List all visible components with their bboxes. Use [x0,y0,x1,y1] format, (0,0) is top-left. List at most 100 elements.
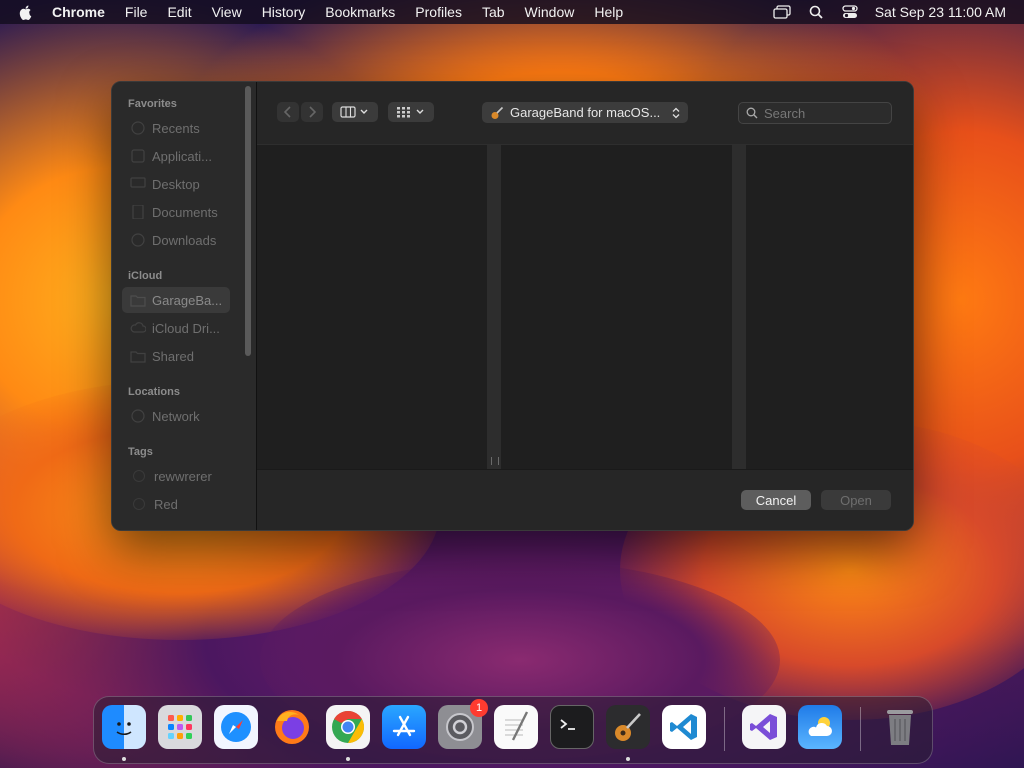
dock-visual-studio[interactable] [742,705,786,749]
view-columns-button[interactable] [332,102,378,122]
sidebar-item-label: Downloads [152,232,217,248]
dialog-main: GarageBand for macOS... Cancel Open [257,82,913,530]
sidebar-item-applications[interactable]: Applicati... [122,143,230,169]
finder-icon [116,722,132,736]
launchpad-icon [168,715,192,739]
cancel-button[interactable]: Cancel [741,490,811,510]
search-input[interactable] [764,105,882,121]
sidebar-scrollbar[interactable] [245,86,251,356]
sidebar-item-label: rewwrerer [154,468,212,484]
menu-view[interactable]: View [212,0,242,24]
dock-system-settings[interactable]: 1 [438,699,488,749]
dock-separator [860,707,861,751]
dock-trash[interactable] [878,705,922,749]
menu-help[interactable]: Help [594,0,623,24]
group-by-button[interactable] [388,102,434,122]
sidebar-item-label: Documents [152,204,218,220]
dock-chrome[interactable] [326,705,370,749]
firefox-icon [275,710,309,744]
sidebar-item-downloads[interactable]: Downloads [122,227,230,253]
sidebar-item-desktop[interactable]: Desktop [122,171,230,197]
location-popup[interactable]: GarageBand for macOS... [482,102,688,123]
shared-folder-icon [130,351,146,363]
textedit-icon [505,711,529,741]
menu-tab[interactable]: Tab [482,0,505,24]
dock-vscode[interactable] [662,705,706,749]
sidebar-item-documents[interactable]: Documents [122,199,230,225]
app-store-icon [392,715,416,737]
browser-column-1[interactable] [257,145,487,469]
folder-icon [130,295,146,307]
menu-clock[interactable]: Sat Sep 23 11:00 AM [875,4,1006,20]
dock-finder[interactable] [102,705,146,749]
chrome-icon [332,710,365,744]
sidebar-section-locations: Locations [128,386,180,398]
sidebar-item-recents[interactable]: Recents [122,115,230,141]
tag-color-dot [133,498,145,510]
dock-launchpad[interactable] [158,705,202,749]
dock-separator [724,707,725,751]
dialog-sidebar: Favorites Recents Applicati... Desktop D… [112,82,257,530]
control-center-icon[interactable] [841,5,859,19]
chevron-left-icon [284,106,291,118]
weather-icon [808,717,832,736]
columns-view-icon [340,106,368,118]
menu-edit[interactable]: Edit [167,0,191,24]
grid-icon [397,107,424,118]
updown-chevron-icon [672,107,680,118]
gear-icon [446,713,474,741]
visual-studio-icon [750,714,777,740]
sidebar-item-garageband[interactable]: GarageBa... [122,287,230,313]
sidebar-item-label: Shared [152,348,194,364]
sidebar-item-label: Applicati... [152,148,212,164]
sidebar-section-tags: Tags [128,446,153,458]
dock-weather[interactable] [798,705,842,749]
open-file-dialog: Favorites Recents Applicati... Desktop D… [111,81,914,531]
sidebar-section-icloud: iCloud [128,270,163,282]
browser-column-3[interactable] [747,145,913,469]
downloads-icon [131,233,145,247]
status-area: Sat Sep 23 11:00 AM [757,4,1006,20]
browser-column-2[interactable] [502,145,732,469]
sidebar-item-shared[interactable]: Shared [122,343,230,369]
screen-mirroring-icon[interactable] [773,5,791,19]
column-resize-handle[interactable] [732,145,746,469]
column-resize-handle[interactable] [487,145,501,469]
dialog-button-bar: Cancel Open [257,469,913,530]
dock-firefox[interactable] [270,705,314,749]
dock-garageband[interactable] [606,705,650,749]
back-button[interactable] [277,102,299,122]
forward-button[interactable] [301,102,323,122]
dock-textedit[interactable] [494,705,538,749]
sidebar-item-label: Network [152,408,200,424]
applications-icon [131,149,145,163]
search-icon[interactable] [807,5,825,19]
trash-icon [887,710,913,745]
menu-profiles[interactable]: Profiles [415,0,462,24]
open-button[interactable]: Open [821,490,891,510]
sidebar-item-network[interactable]: Network [122,403,230,429]
menu-history[interactable]: History [262,0,306,24]
sidebar-item-label: Recents [152,120,200,136]
sidebar-item-icloud-drive[interactable]: iCloud Dri... [122,315,230,341]
sidebar-item-label: Red [154,496,178,512]
menu-bookmarks[interactable]: Bookmarks [325,0,395,24]
vscode-icon [670,714,697,740]
notification-badge: 1 [470,699,488,717]
chevron-right-icon [309,106,316,118]
dialog-toolbar: GarageBand for macOS... [257,82,913,145]
apple-menu-icon[interactable] [18,4,34,20]
menu-app-name[interactable]: Chrome [52,0,105,24]
guitar-icon [615,713,641,741]
dock-app-store[interactable] [382,705,426,749]
search-field[interactable] [738,102,892,124]
sidebar-item-tag-rewwrerer[interactable]: rewwrerer [122,463,230,489]
terminal-icon [560,719,575,730]
safari-icon [221,712,251,742]
cloud-icon [130,322,146,333]
dock-terminal[interactable] [550,705,594,749]
menu-window[interactable]: Window [525,0,575,24]
sidebar-item-tag-red[interactable]: Red [122,491,230,517]
menu-file[interactable]: File [125,0,148,24]
dock-safari[interactable] [214,705,258,749]
